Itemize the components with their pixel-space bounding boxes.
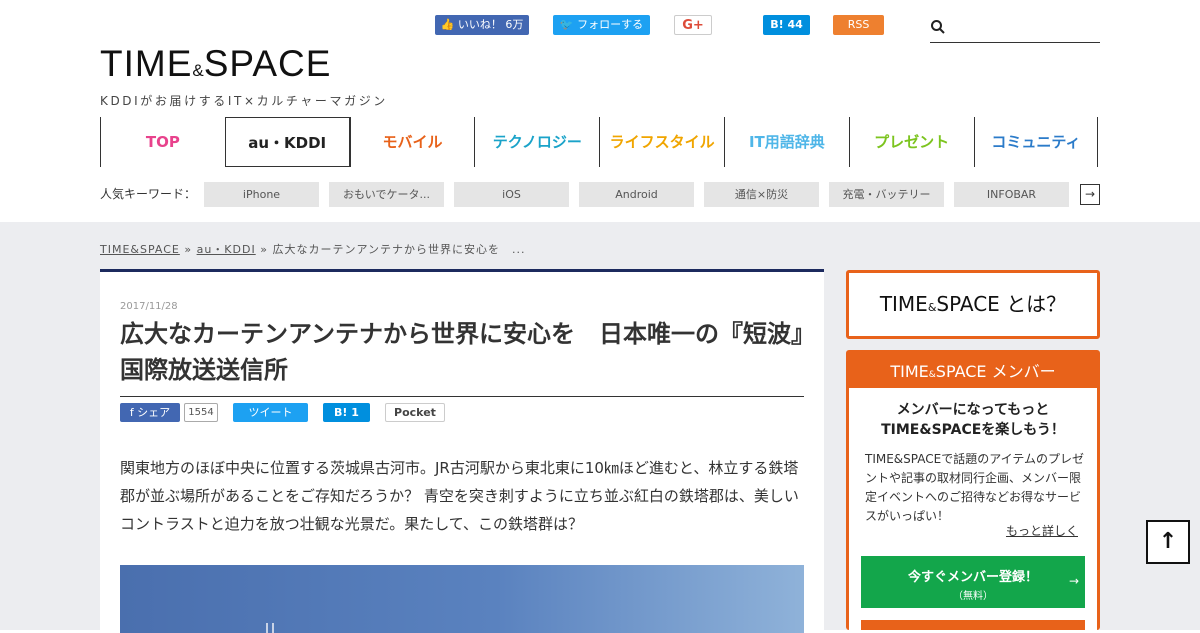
keywords-next-button[interactable]: →	[1080, 184, 1100, 205]
about-banner-text: TIME&SPACE とは？	[879, 292, 1067, 316]
arrow-right-icon: →	[1068, 574, 1079, 588]
breadcrumb-separator: »	[260, 243, 268, 256]
main-nav: TOP au・KDDI モバイル テクノロジー ライフスタイル IT用語辞典 プ…	[100, 117, 1099, 167]
breadcrumb-home[interactable]: TIME&SPACE	[100, 243, 180, 256]
about-banner[interactable]: TIME&SPACE とは？	[846, 270, 1100, 339]
logo-tagline: KDDIがお届けするIT×カルチャーマガジン	[100, 94, 388, 108]
signup-label: 今すぐメンバー登録！	[907, 570, 1038, 585]
article-lead: 関東地方のほぼ中央に位置する茨城県古河市。JR古河駅から東北東に10㎞ほど進むと…	[120, 459, 799, 533]
member-description: TIME&SPACEで話題のアイテムのプレゼントや記事の取材同行企画、メンバー限…	[865, 452, 1085, 523]
nav-item-mobile[interactable]: モバイル	[349, 117, 475, 167]
article-date: 2017/11/28	[120, 301, 178, 312]
logo-wordmark: TIME&SPACE	[100, 43, 332, 84]
keyword-infobar[interactable]: INFOBAR	[954, 182, 1069, 207]
rss-button[interactable]: RSS	[833, 15, 884, 35]
breadcrumb-category[interactable]: au・KDDI	[197, 243, 256, 256]
member-login-button[interactable]	[861, 620, 1085, 630]
twitter-follow-button[interactable]: 🐦 フォローする	[553, 15, 650, 35]
keywords-label: 人気キーワード：	[100, 187, 197, 201]
facebook-share-count: 1554	[184, 403, 218, 422]
keyword-iphone[interactable]: iPhone	[204, 182, 319, 207]
hatena-bookmark-button[interactable]: B! 44	[763, 15, 810, 35]
member-panel-title: TIME&SPACE メンバー	[890, 362, 1056, 381]
nav-item-technology[interactable]: テクノロジー	[474, 117, 599, 167]
article-title: 広大なカーテンアンテナから世界に安心を 日本唯一の『短波』国際放送送信所	[120, 316, 804, 397]
keyword-android[interactable]: Android	[579, 182, 694, 207]
breadcrumb-separator: »	[184, 243, 193, 256]
nav-item-present[interactable]: プレゼント	[848, 117, 974, 167]
keyword-disaster[interactable]: 通信×防災	[704, 182, 819, 207]
member-panel: TIME&SPACE メンバー メンバーになってもっと TIME&SPACEを楽…	[846, 350, 1100, 630]
signup-sublabel: （無料）	[953, 591, 993, 602]
article: 2017/11/28 広大なカーテンアンテナから世界に安心を 日本唯一の『短波』…	[100, 269, 824, 633]
facebook-like-button[interactable]: 👍 いいね！ 6万	[435, 15, 529, 35]
site-logo[interactable]: TIME&SPACE KDDIがお届けするIT×カルチャーマガジン	[100, 44, 388, 109]
popular-keywords: 人気キーワード： iPhone おもいでケータ... iOS Android 通…	[100, 182, 1100, 207]
back-to-top-button[interactable]: ↑	[1146, 520, 1190, 564]
pocket-button[interactable]: Pocket	[385, 403, 445, 422]
googleplus-button[interactable]: G+	[674, 15, 712, 35]
nav-item-au-kddi[interactable]: au・KDDI	[224, 117, 350, 167]
keyword-battery[interactable]: 充電・バッテリー	[829, 182, 944, 207]
hatena-share-button[interactable]: B! 1	[323, 403, 370, 422]
search-input[interactable]	[952, 18, 1098, 40]
breadcrumb: TIME&SPACE » au・KDDI » 広大なカーテンアンテナから世界に安…	[100, 241, 526, 257]
site-search	[930, 16, 1100, 43]
member-signup-button[interactable]: 今すぐメンバー登録！ （無料） →	[861, 556, 1085, 608]
site-header: TIME&SPACE KDDIがお届けするIT×カルチャーマガジン 👍 いいね！…	[0, 0, 1200, 222]
article-hero-image	[120, 565, 804, 633]
member-more-link[interactable]: もっと詳しく	[1006, 522, 1078, 539]
nav-item-lifestyle[interactable]: ライフスタイル	[599, 117, 724, 167]
keyword-ios[interactable]: iOS	[454, 182, 569, 207]
breadcrumb-current: 広大なカーテンアンテナから世界に安心を ...	[272, 243, 526, 256]
tweet-button[interactable]: ツイート	[233, 403, 308, 422]
nav-item-top[interactable]: TOP	[100, 117, 225, 167]
member-panel-body: メンバーになってもっと TIME&SPACEを楽しもう！ TIME&SPACEで…	[849, 388, 1097, 630]
tower-shape	[266, 623, 274, 633]
facebook-share-button[interactable]: f シェア	[120, 403, 180, 422]
keyword-omoide-keitai[interactable]: おもいでケータ...	[329, 182, 444, 207]
search-icon[interactable]	[930, 19, 946, 35]
nav-item-community[interactable]: コミュニティ	[973, 117, 1099, 167]
member-lead: メンバーになってもっと TIME&SPACEを楽しもう！	[881, 402, 1065, 438]
nav-item-it-glossary[interactable]: IT用語辞典	[723, 117, 849, 167]
